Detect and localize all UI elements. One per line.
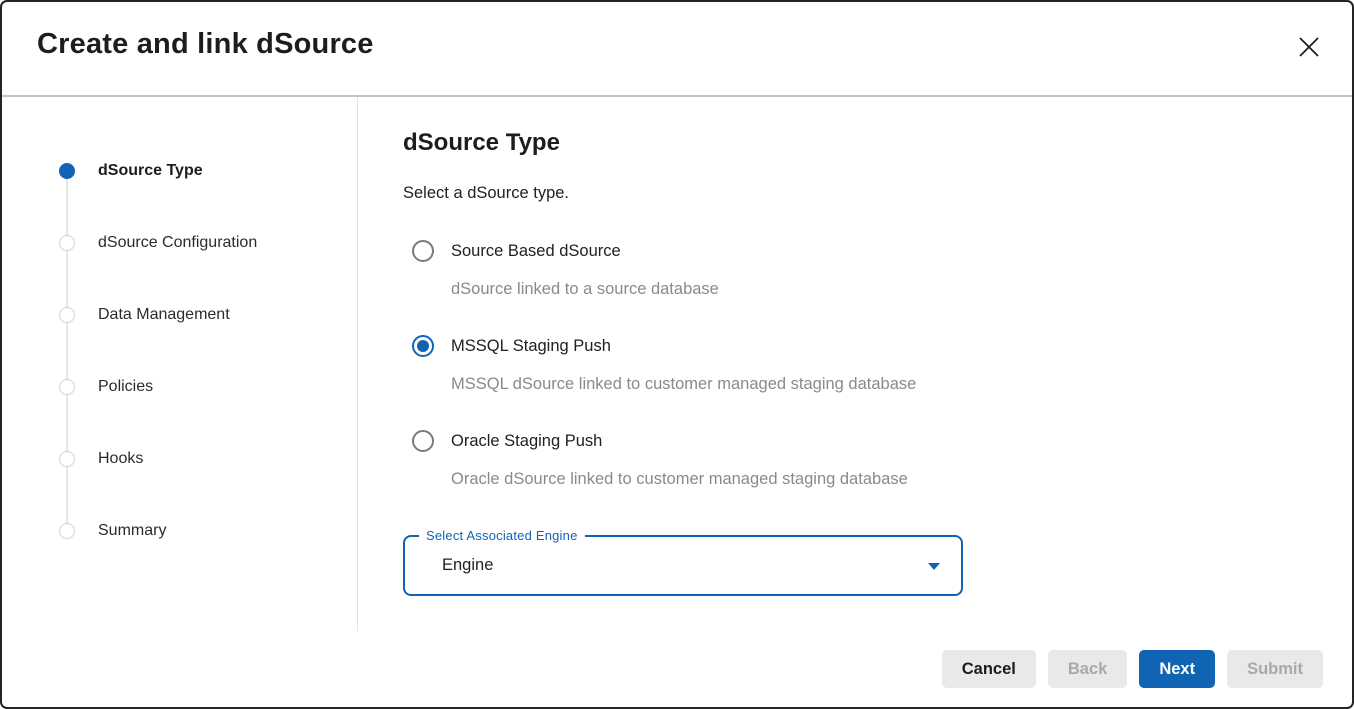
next-button[interactable]: Next — [1139, 650, 1215, 688]
content-subheading: Select a dSource type. — [403, 182, 1312, 204]
close-button[interactable] — [1293, 33, 1325, 65]
chevron-down-icon — [928, 563, 940, 570]
step-dsource-type[interactable]: dSource Type — [2, 135, 357, 207]
radio-label: Oracle Staging Push — [451, 430, 602, 452]
dialog-body: dSource Type dSource Configuration Data … — [2, 97, 1352, 631]
radio-description: MSSQL dSource linked to customer managed… — [451, 373, 1312, 395]
content-heading: dSource Type — [403, 128, 1312, 158]
step-data-management[interactable]: Data Management — [2, 279, 357, 351]
step-dsource-configuration[interactable]: dSource Configuration — [2, 207, 357, 279]
dialog-header: Create and link dSource — [2, 2, 1352, 97]
radio-row[interactable]: MSSQL Staging Push — [412, 335, 1312, 357]
radio-label: MSSQL Staging Push — [451, 335, 611, 357]
step-dot-icon — [59, 379, 75, 395]
step-label: Summary — [98, 522, 166, 540]
radio-button-icon[interactable] — [412, 430, 434, 452]
stepper-connector-line — [66, 171, 68, 531]
step-hooks[interactable]: Hooks — [2, 423, 357, 495]
option-source-based-dsource: Source Based dSource dSource linked to a… — [403, 240, 1312, 300]
submit-button[interactable]: Submit — [1227, 650, 1323, 688]
step-dot-icon — [59, 235, 75, 251]
stepper: dSource Type dSource Configuration Data … — [2, 97, 357, 567]
radio-description: dSource linked to a source database — [451, 278, 1312, 300]
step-label: Hooks — [98, 450, 143, 468]
option-mssql-staging-push: MSSQL Staging Push MSSQL dSource linked … — [403, 335, 1312, 395]
step-dot-icon — [59, 163, 75, 179]
dsource-type-radio-group: Source Based dSource dSource linked to a… — [403, 240, 1312, 490]
step-label: Data Management — [98, 306, 230, 324]
step-label: Policies — [98, 378, 153, 396]
step-label: dSource Configuration — [98, 234, 257, 252]
select-floating-label: Select Associated Engine — [419, 528, 585, 543]
dialog-footer: Cancel Back Next Submit — [2, 631, 1352, 707]
radio-button-icon[interactable] — [412, 240, 434, 262]
radio-label: Source Based dSource — [451, 240, 621, 262]
cancel-button[interactable]: Cancel — [942, 650, 1036, 688]
step-label: dSource Type — [98, 162, 203, 180]
wizard-stepper-sidebar: dSource Type dSource Configuration Data … — [2, 97, 358, 631]
close-icon — [1297, 35, 1321, 62]
step-dot-icon — [59, 523, 75, 539]
step-dot-icon — [59, 307, 75, 323]
radio-row[interactable]: Oracle Staging Push — [412, 430, 1312, 452]
dialog-title: Create and link dSource — [37, 28, 374, 61]
associated-engine-select[interactable]: Select Associated Engine Engine — [403, 535, 963, 596]
radio-button-icon[interactable] — [412, 335, 434, 357]
step-summary[interactable]: Summary — [2, 495, 357, 567]
step-content-panel: dSource Type Select a dSource type. Sour… — [358, 97, 1352, 631]
back-button[interactable]: Back — [1048, 650, 1127, 688]
option-oracle-staging-push: Oracle Staging Push Oracle dSource linke… — [403, 430, 1312, 490]
radio-row[interactable]: Source Based dSource — [412, 240, 1312, 262]
radio-description: Oracle dSource linked to customer manage… — [451, 468, 1312, 490]
step-dot-icon — [59, 451, 75, 467]
create-dsource-dialog: Create and link dSource dSource Type — [0, 0, 1354, 709]
select-value: Engine — [442, 556, 493, 575]
step-policies[interactable]: Policies — [2, 351, 357, 423]
